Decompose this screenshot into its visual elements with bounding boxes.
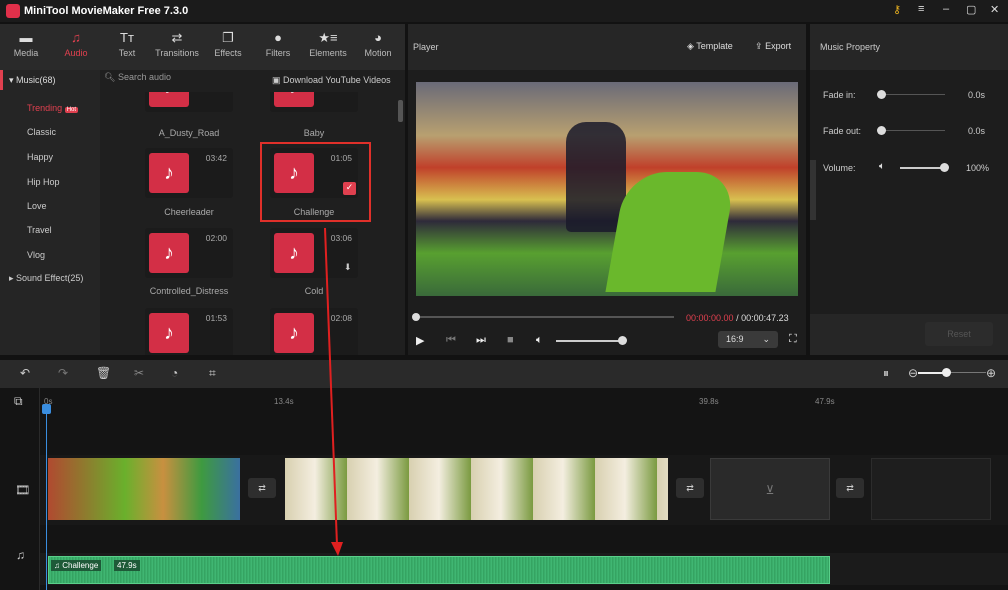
drag-arrow-line [324,227,338,546]
drag-arrow-head [331,542,343,556]
drag-arrow [324,227,343,556]
